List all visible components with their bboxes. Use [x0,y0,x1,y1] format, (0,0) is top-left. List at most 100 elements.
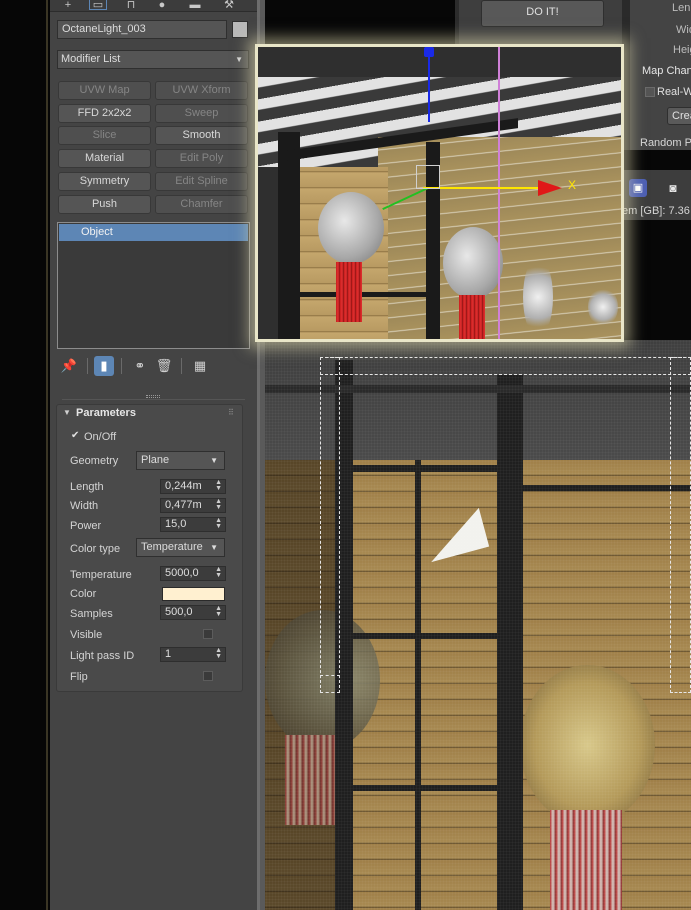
geometry-label: Geometry [70,455,119,467]
light-pass-id-value: 1 [165,648,172,660]
spinner-arrows-icon[interactable]: ▲ ▼ [215,479,222,492]
toolbar-separator [87,358,88,374]
selection-bracket [320,357,691,375]
display-icon[interactable]: ▬ [186,0,204,11]
modifier-button-chamfer[interactable]: Chamfer [155,195,248,214]
collapse-triangle-icon[interactable]: ▼ [63,408,71,417]
modifier-button-sweep[interactable]: Sweep [155,104,248,123]
spinner-arrows-icon[interactable]: ▲ ▼ [215,566,222,579]
pin-stack-icon[interactable]: 📌 [59,356,79,376]
spinner-arrows-icon[interactable]: ▲ ▼ [215,647,222,660]
modifier-button-smooth[interactable]: Smooth [155,126,248,145]
create-button[interactable]: Crea [667,107,691,125]
modifier-button-uvw-map[interactable]: UVW Map [58,81,151,100]
modifier-list-dropdown[interactable]: Modifier List ▼ [57,50,249,69]
gizmo-x-axis[interactable] [423,187,543,189]
light-pass-id-label: Light pass ID [70,650,135,662]
window-frame [523,485,691,491]
create-icon[interactable]: + [59,0,77,11]
geometry-value: Plane [141,454,170,466]
gizmo-y-axis[interactable] [428,47,430,122]
length-value: 0,244m [165,480,202,492]
hierarchy-icon[interactable]: ⊓ [122,0,140,11]
selection-bracket [670,357,691,693]
make-unique-icon[interactable]: ⚭ [130,356,150,376]
inset-statue [523,257,553,337]
modifier-button-symmetry[interactable]: Symmetry [58,172,151,191]
map-channel-label: Map Chan [642,65,691,77]
modifier-button-edit-poly[interactable]: Edit Poly [155,149,248,168]
window-frame [415,460,421,910]
rollout-grip[interactable] [146,395,160,398]
stack-item-object[interactable]: Object [59,224,248,241]
spinner-arrows-icon[interactable]: ▲ ▼ [215,517,222,530]
flip-checkbox[interactable] [203,671,213,681]
modifier-list-label: Modifier List [61,53,121,65]
window-frame [497,375,523,910]
inset-tassel-right [459,295,485,339]
selection-bracket [320,675,340,693]
color-type-dropdown[interactable]: Temperature ▼ [136,538,225,557]
rollout-drag-handle-icon[interactable]: ⠿ [228,408,234,417]
modifier-button-material[interactable]: Material [58,149,151,168]
stack-toolbar: 📌 ▮ ⚭ 🗑 ▦ [57,356,250,378]
color-type-value: Temperature [141,541,203,553]
samples-spinner[interactable]: 500,0 ▲ ▼ [160,605,226,620]
render-region-icon[interactable]: ▣ [629,179,647,197]
modify-icon[interactable]: ▭ [89,0,107,11]
inset-tassel-left [336,262,362,322]
rollout-separator [62,399,245,400]
color-label: Color [70,588,97,600]
show-end-result-icon[interactable]: ▮ [94,356,114,376]
width-spinner[interactable]: 0,477m ▲ ▼ [160,498,226,513]
temperature-value: 5000,0 [165,567,199,579]
configure-modifier-sets-icon[interactable]: ▦ [190,356,210,376]
power-spinner[interactable]: 15,0 ▲ ▼ [160,517,226,532]
gizmo-x-arrow[interactable] [538,180,562,196]
render-viewport[interactable] [265,340,691,910]
inset-frame [278,132,300,339]
window-frame [345,633,505,639]
modifier-button-slice[interactable]: Slice [58,126,151,145]
modifier-stack[interactable]: Object [57,222,250,349]
length-spinner[interactable]: 0,244m ▲ ▼ [160,479,226,494]
right-panel-length-label: Len [672,2,691,14]
power-value: 15,0 [165,518,187,530]
chevron-down-icon: ▼ [235,55,243,64]
geometry-dropdown[interactable]: Plane ▼ [136,451,225,470]
gizmo-y-handle[interactable] [424,47,434,57]
inset-lantern-left [318,192,384,264]
light-pass-id-spinner[interactable]: 1 ▲ ▼ [160,647,226,662]
parameters-title[interactable]: Parameters [76,407,136,419]
motion-icon[interactable]: ● [153,0,171,11]
on-off-checkbox[interactable]: ✔ [71,431,79,441]
visible-label: Visible [70,629,103,641]
real-world-checkbox[interactable] [645,87,655,97]
spinner-arrows-icon[interactable]: ▲ ▼ [215,605,222,618]
object-color-swatch[interactable] [232,21,248,38]
modifier-button-push[interactable]: Push [58,195,151,214]
gutter-line [46,0,48,910]
window-frame [345,465,505,472]
selection-bracket [320,357,340,693]
temperature-spinner[interactable]: 5000,0 ▲ ▼ [160,566,226,581]
spinner-arrows-icon[interactable]: ▲ ▼ [215,498,222,511]
utilities-icon[interactable]: ⚒ [220,0,238,11]
do-it-button[interactable]: DO IT! [481,0,604,27]
toolbar-divider [455,0,459,48]
camera-icon[interactable]: ◙ [664,179,682,197]
right-panel-height-label: Heig [673,44,691,56]
inset-wall [378,137,621,339]
modifier-button-ffd[interactable]: FFD 2x2x2 [58,104,151,123]
right-panel-width-label: Wid [676,24,691,36]
modifier-button-edit-spline[interactable]: Edit Spline [155,172,248,191]
flip-label: Flip [70,671,88,683]
preview-inset[interactable]: X [255,44,624,342]
light-color-swatch[interactable] [162,587,225,601]
object-name-field[interactable]: OctaneLight_003 [57,20,227,39]
modifier-button-uvw-xform[interactable]: UVW Xform [155,81,248,100]
on-off-label: On/Off [84,431,117,443]
gizmo-plane-handle[interactable] [416,165,440,189]
visible-checkbox[interactable] [203,629,213,639]
remove-modifier-icon[interactable]: 🗑 [154,356,174,376]
